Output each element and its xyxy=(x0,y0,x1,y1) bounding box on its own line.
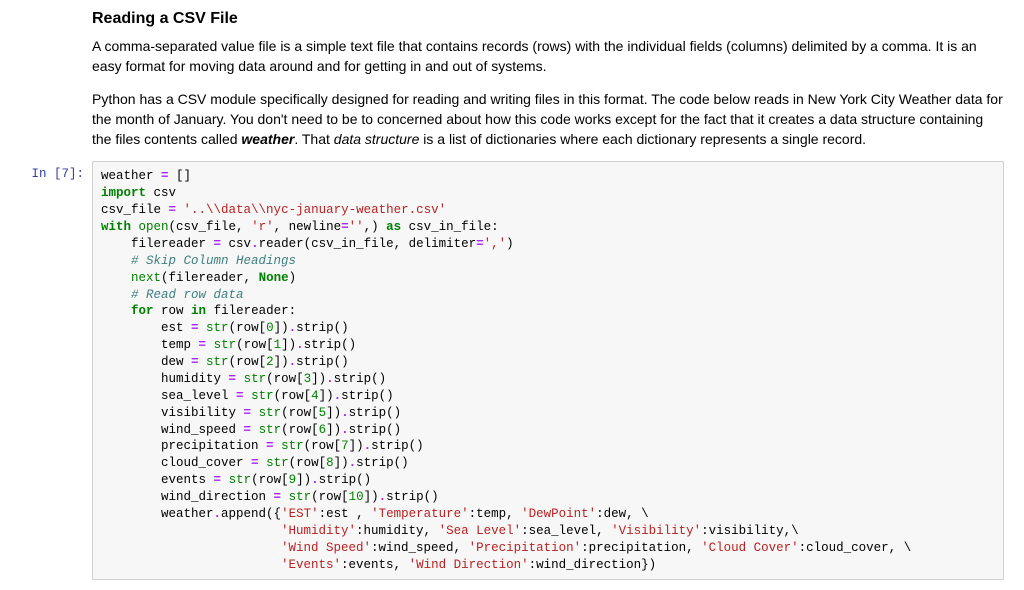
code-input-area[interactable]: weather = [] import csv csv_file = '..\\… xyxy=(92,161,1004,580)
paragraph-2-text-c: is a list of dictionaries where each dic… xyxy=(419,131,866,147)
input-prompt: In [7]: xyxy=(0,161,92,181)
paragraph-2-text-b: . That xyxy=(294,131,333,147)
markdown-cell: Reading a CSV File A comma-separated val… xyxy=(92,10,1004,149)
code-content: weather = [] import csv csv_file = '..\\… xyxy=(101,168,995,573)
paragraph-1: A comma-separated value file is a simple… xyxy=(92,36,1004,77)
code-cell: In [7]: weather = [] import csv csv_file… xyxy=(0,161,1004,580)
notebook-page: Reading a CSV File A comma-separated val… xyxy=(0,0,1024,590)
paragraph-2: Python has a CSV module specifically des… xyxy=(92,89,1004,150)
paragraph-2-em: data structure xyxy=(334,131,420,147)
paragraph-2-bold: weather xyxy=(241,131,294,147)
section-heading: Reading a CSV File xyxy=(92,10,1004,28)
